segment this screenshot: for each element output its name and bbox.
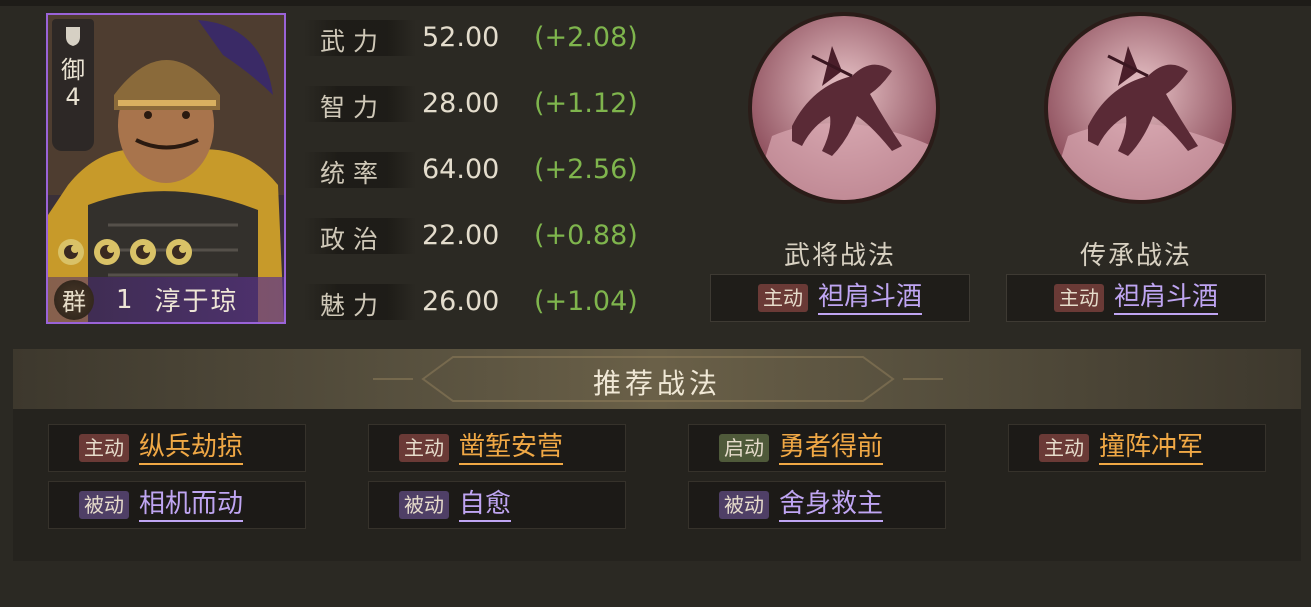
recommended-skill[interactable]: 主动 凿堑安营 (368, 424, 626, 472)
inherit-skill-plate[interactable]: 主动 袒肩斗酒 (1006, 274, 1266, 322)
recommended-title: 推荐战法 (592, 367, 721, 400)
hero-name: 淳于琼 (154, 287, 239, 317)
stat-bonus: (+1.04) (534, 286, 638, 317)
general-skill-slot[interactable]: 武将战法 主动 袒肩斗酒 (710, 12, 970, 332)
skill-name[interactable]: 纵兵劫掠 (139, 432, 244, 465)
skill-type-tag: 主动 (79, 434, 129, 462)
general-skill-plate[interactable]: 主动 袒肩斗酒 (710, 274, 970, 322)
recommended-skill[interactable]: 启动 勇者得前 (688, 424, 946, 472)
stat-bonus: (+0.88) (534, 220, 638, 251)
horse-rider-icon (1048, 16, 1232, 200)
stat-value: 52.00 (422, 22, 500, 53)
general-skill-name[interactable]: 袒肩斗酒 (817, 282, 922, 315)
general-skill-icon[interactable] (748, 12, 940, 204)
recommended-skill[interactable]: 主动 撞阵冲军 (1008, 424, 1266, 472)
skill-name[interactable]: 自愈 (459, 489, 512, 522)
skill-type-tag: 被动 (719, 491, 769, 519)
star-icon (94, 239, 120, 265)
stat-row-intelligence: 智力 28.00 (+1.12) (304, 84, 664, 122)
troop-level: 4 (65, 83, 81, 111)
inherit-skill-icon[interactable] (1044, 12, 1236, 204)
stat-label: 武力 (320, 27, 387, 56)
inherit-skill-title: 传承战法 (1079, 241, 1192, 271)
stat-label: 智力 (320, 93, 387, 122)
skill-name[interactable]: 相机而动 (139, 489, 244, 522)
recommended-banner: 推荐战法 (13, 349, 1301, 409)
stat-label: 魅力 (320, 291, 387, 320)
skill-name[interactable]: 撞阵冲军 (1099, 432, 1204, 465)
stat-label: 政治 (320, 225, 387, 254)
skill-name[interactable]: 舍身救主 (779, 489, 884, 522)
stat-value: 28.00 (422, 88, 500, 119)
horse-rider-icon (752, 16, 936, 200)
stat-label: 统率 (320, 159, 387, 188)
stat-value: 22.00 (422, 220, 500, 251)
stat-bonus: (+1.12) (534, 88, 638, 119)
skill-type-tag: 主动 (1039, 434, 1089, 462)
stat-bonus: (+2.56) (534, 154, 638, 185)
stat-value: 26.00 (422, 286, 500, 317)
top-border (0, 0, 1311, 6)
hero-card[interactable]: 御 4 群 1 淳于琼 (46, 13, 286, 324)
cost-value: 1 (116, 284, 133, 315)
skill-type-tag: 启动 (719, 434, 769, 462)
skill-type-tag: 被动 (79, 491, 129, 519)
recommended-skill[interactable]: 被动 相机而动 (48, 481, 306, 529)
star-icon (58, 239, 84, 265)
stat-row-charisma: 魅力 26.00 (+1.04) (304, 282, 664, 320)
hero-name-row: 群 1 淳于琼 (48, 277, 284, 322)
recommended-skill[interactable]: 被动 舍身救主 (688, 481, 946, 529)
stat-row-force: 武力 52.00 (+2.08) (304, 18, 664, 56)
shield-icon (66, 27, 80, 46)
recommended-skill[interactable]: 主动 纵兵劫掠 (48, 424, 306, 472)
stat-bonus: (+2.08) (534, 22, 638, 53)
inherit-skill-slot[interactable]: 传承战法 主动 袒肩斗酒 (1006, 12, 1266, 332)
star-rating (56, 237, 194, 267)
faction-badge: 群 (54, 279, 94, 320)
inherit-skill-name[interactable]: 袒肩斗酒 (1113, 282, 1218, 315)
star-icon (166, 239, 192, 265)
stat-row-command: 统率 64.00 (+2.56) (304, 150, 664, 188)
stat-value: 64.00 (422, 154, 500, 185)
skill-type-tag: 主动 (399, 434, 449, 462)
general-skill-title: 武将战法 (783, 241, 896, 271)
recommended-skill[interactable]: 被动 自愈 (368, 481, 626, 529)
star-icon (130, 239, 156, 265)
stat-row-politics: 政治 22.00 (+0.88) (304, 216, 664, 254)
skill-name[interactable]: 勇者得前 (779, 432, 884, 465)
skill-type-tag: 主动 (1053, 284, 1104, 312)
troop-type-tag: 御 4 (52, 19, 94, 151)
skill-type-tag: 被动 (399, 491, 449, 519)
skill-name[interactable]: 凿堑安营 (459, 432, 564, 465)
troop-type-label: 御 (61, 56, 85, 84)
skill-type-tag: 主动 (757, 284, 808, 312)
